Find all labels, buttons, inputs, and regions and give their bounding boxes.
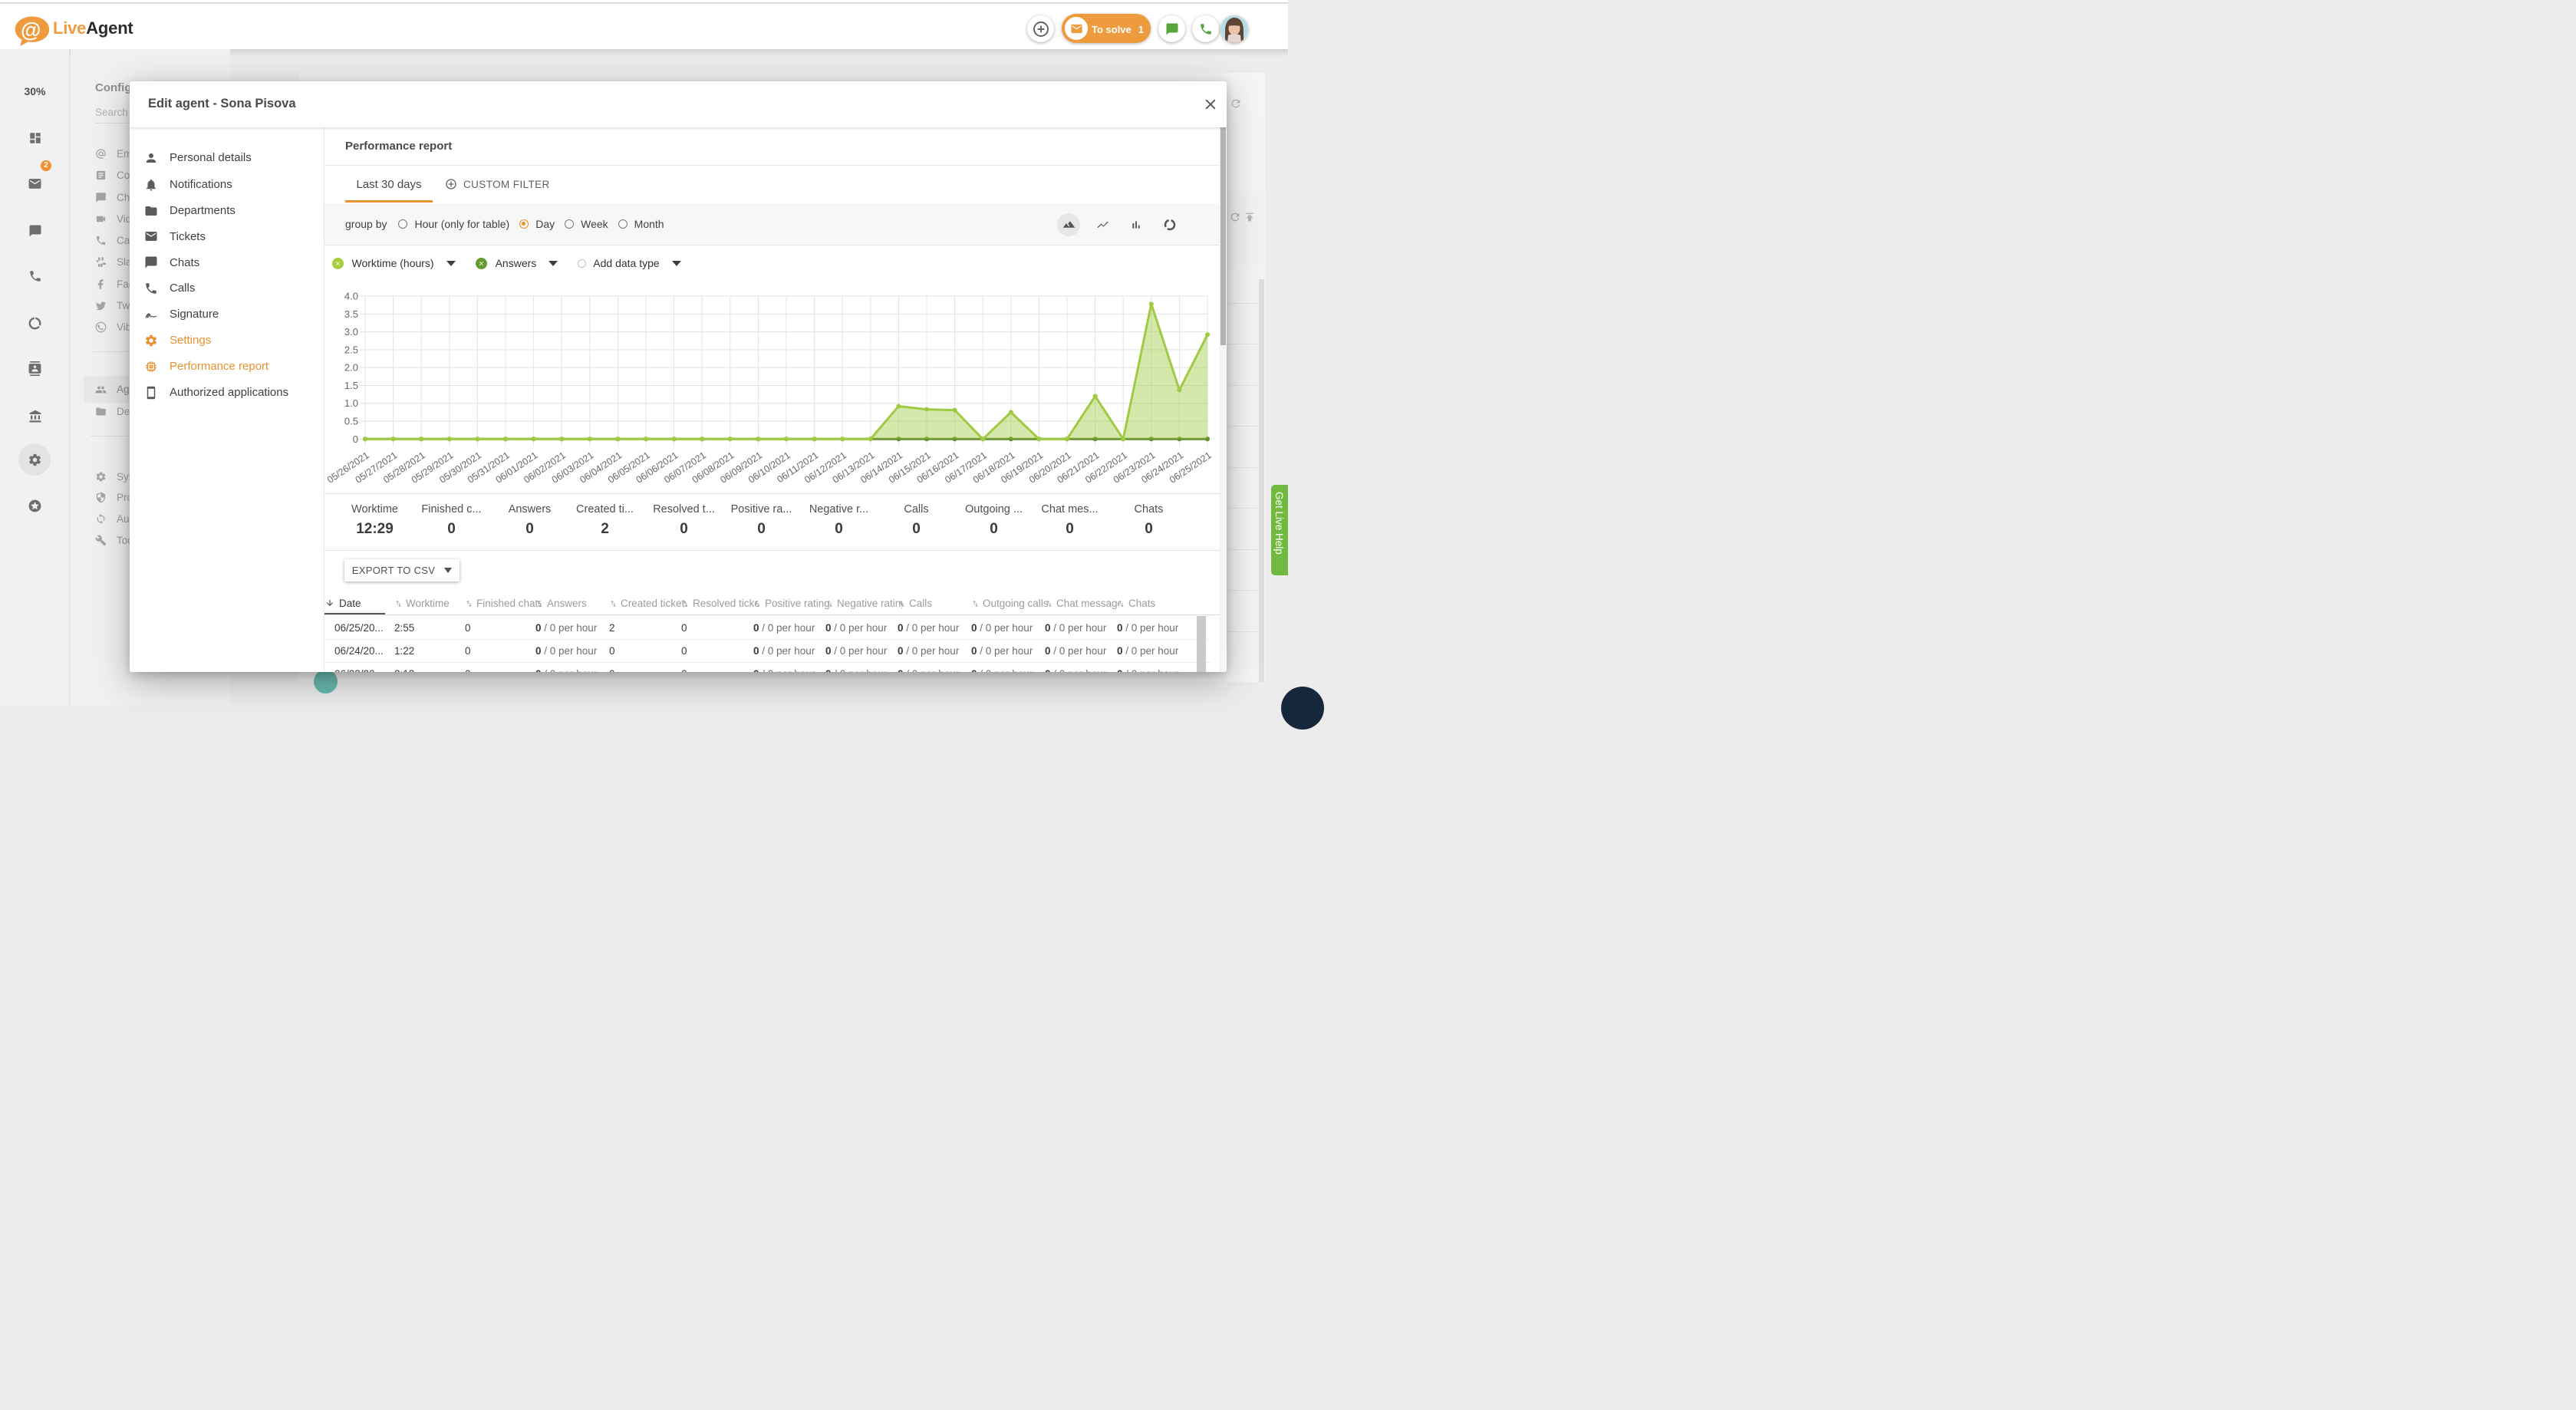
svg-text:0.5: 0.5 bbox=[344, 416, 358, 427]
svg-text:3.5: 3.5 bbox=[344, 308, 358, 320]
svg-text:@: @ bbox=[21, 18, 41, 41]
svg-text:1.5: 1.5 bbox=[344, 380, 358, 391]
svg-text:2.0: 2.0 bbox=[344, 362, 358, 374]
svg-text:1.0: 1.0 bbox=[344, 397, 358, 409]
svg-text:4.0: 4.0 bbox=[344, 291, 358, 302]
svg-text:0: 0 bbox=[353, 433, 358, 445]
svg-text:3.0: 3.0 bbox=[344, 326, 358, 338]
svg-text:2.5: 2.5 bbox=[344, 344, 358, 355]
